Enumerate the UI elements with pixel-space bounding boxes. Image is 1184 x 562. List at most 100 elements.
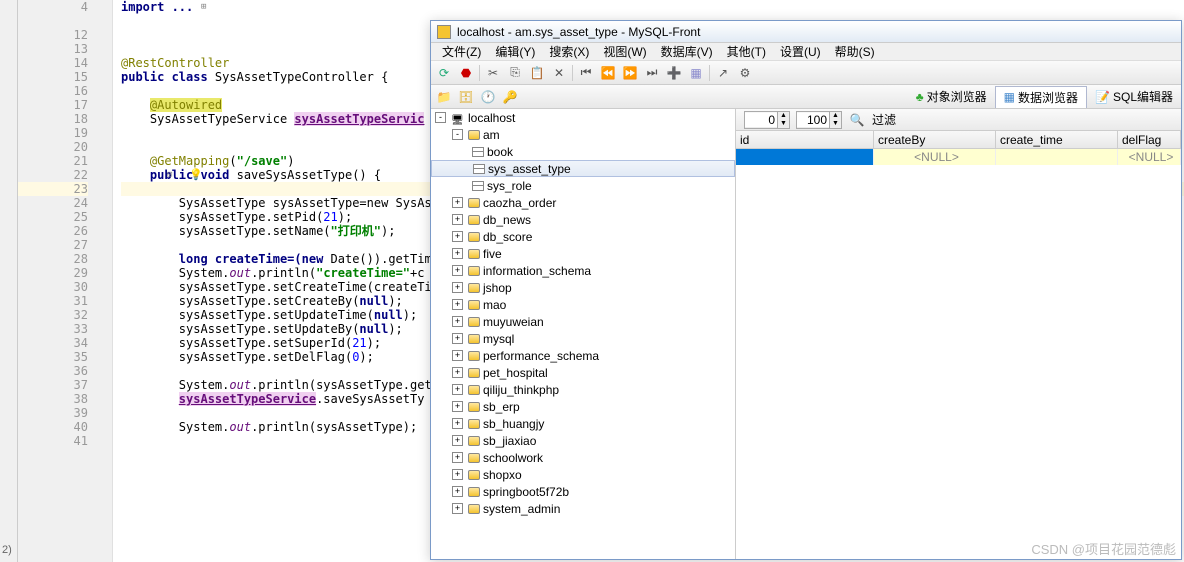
refresh-icon[interactable]: ⟳ [435, 64, 453, 82]
tree-db-information-schema[interactable]: +information_schema [431, 262, 735, 279]
column-createby[interactable]: createBy [874, 131, 996, 148]
folder-icon[interactable]: 📁 [435, 88, 453, 106]
data-grid-panel: ▲▼ ▲▼ 🔍 过滤 id createBy create_time delFl… [736, 109, 1181, 559]
database-icon [468, 487, 480, 497]
field-service: sysAssetTypeServic [294, 112, 424, 126]
hint-bulb-icon[interactable]: 💡 [189, 168, 203, 182]
tree-db-pet-hospital[interactable]: +pet_hospital [431, 364, 735, 381]
tree-db-am[interactable]: -am [431, 126, 735, 143]
tree-db-jshop[interactable]: +jshop [431, 279, 735, 296]
tree-table-sys-role[interactable]: sys_role [431, 177, 735, 194]
footer-hint: 2) [2, 544, 12, 556]
database-icon [468, 470, 480, 480]
grid-filter-bar: ▲▼ ▲▼ 🔍 过滤 [736, 109, 1181, 131]
menu-file[interactable]: 文件(Z) [435, 43, 488, 60]
tree-db-db-news[interactable]: +db_news [431, 211, 735, 228]
menu-view[interactable]: 视图(W) [596, 43, 653, 60]
database-icon [468, 266, 480, 276]
tab-sql-editor[interactable]: 📝SQL编辑器 [1087, 86, 1181, 107]
add-row-icon[interactable]: ➕ [665, 64, 683, 82]
next-icon[interactable]: ⏩ [621, 64, 639, 82]
stop-icon[interactable]: ⬣ [457, 64, 475, 82]
database-icon [468, 351, 480, 361]
database-icon [468, 215, 480, 225]
tree-table-book[interactable]: book [431, 143, 735, 160]
column-createtime[interactable]: create_time [996, 131, 1118, 148]
database-icon [468, 436, 480, 446]
database-icon [468, 368, 480, 378]
db-nav-icon[interactable]: 🗄 [457, 88, 475, 106]
ide-left-gutter [0, 0, 18, 562]
tree-db-sb-huangjy[interactable]: +sb_huangjy [431, 415, 735, 432]
export-icon[interactable]: ↗ [714, 64, 732, 82]
cell-delflag[interactable]: <NULL> [1118, 149, 1181, 165]
tree-table-sys-asset-type[interactable]: sys_asset_type [431, 160, 735, 177]
database-icon [468, 317, 480, 327]
menu-edit[interactable]: 编辑(Y) [488, 43, 542, 60]
database-icon [468, 453, 480, 463]
tree-db-caozha-order[interactable]: +caozha_order [431, 194, 735, 211]
tree-db-muyuweian[interactable]: +muyuweian [431, 313, 735, 330]
tree-db-system-admin[interactable]: +system_admin [431, 500, 735, 517]
database-icon [468, 249, 480, 259]
tree-db-five[interactable]: +five [431, 245, 735, 262]
tree-db-sb-erp[interactable]: +sb_erp [431, 398, 735, 415]
tree-db-shopxo[interactable]: +shopxo [431, 466, 735, 483]
column-id[interactable]: id [736, 131, 874, 148]
tree-host[interactable]: -localhost [431, 109, 735, 126]
main-toolbar: ⟳ ⬣ ✂ ⎘ 📋 ✕ ⏮ ⏪ ⏩ ⏭ ➕ ▦ ↗ ⚙ [431, 61, 1181, 85]
cell-id[interactable] [736, 149, 874, 165]
database-icon [468, 419, 480, 429]
offset-spinner[interactable]: ▲▼ [744, 111, 790, 129]
window-title: localhost - am.sys_asset_type - MySQL-Fr… [457, 25, 700, 39]
app-icon [437, 25, 451, 39]
delete-icon[interactable]: ✕ [550, 64, 568, 82]
tab-data-browser[interactable]: ▦数据浏览器 [995, 86, 1087, 108]
menu-search[interactable]: 搜索(X) [542, 43, 596, 60]
tree-db-sb-jiaxiao[interactable]: +sb_jiaxiao [431, 432, 735, 449]
fold-icon[interactable]: ⊞ [201, 0, 206, 14]
menu-database[interactable]: 数据库(V) [654, 43, 720, 60]
database-icon [468, 334, 480, 344]
menu-settings[interactable]: 设置(U) [773, 43, 828, 60]
limit-spinner[interactable]: ▲▼ [796, 111, 842, 129]
grid-body[interactable]: <NULL> <NULL> [736, 149, 1181, 559]
database-tree[interactable]: -localhost -am book sys_asset_type sys_r… [431, 109, 736, 559]
menubar: 文件(Z) 编辑(Y) 搜索(X) 视图(W) 数据库(V) 其他(T) 设置(… [431, 43, 1181, 61]
tool-icon[interactable]: ⚙ [736, 64, 754, 82]
menu-other[interactable]: 其他(T) [720, 43, 773, 60]
paste-icon[interactable]: 📋 [528, 64, 546, 82]
import-statement: import ... [121, 0, 193, 14]
fold-icon[interactable]: ⊟ [167, 168, 172, 182]
menu-help[interactable]: 帮助(S) [828, 43, 882, 60]
cell-createby[interactable]: <NULL> [874, 149, 996, 165]
first-icon[interactable]: ⏮ [577, 64, 595, 82]
filter-search-icon[interactable]: 🔍 [848, 111, 866, 129]
key-icon[interactable]: 🔑 [501, 88, 519, 106]
tree-db-db-score[interactable]: +db_score [431, 228, 735, 245]
tree-db-qiliju-thinkphp[interactable]: +qiliju_thinkphp [431, 381, 735, 398]
tree-db-mysql[interactable]: +mysql [431, 330, 735, 347]
tree-db-mao[interactable]: +mao [431, 296, 735, 313]
tab-object-browser[interactable]: ♣对象浏览器 [908, 86, 995, 107]
database-icon [468, 385, 480, 395]
database-icon [468, 198, 480, 208]
copy-icon[interactable]: ⎘ [506, 64, 524, 82]
grid-row-new[interactable]: <NULL> <NULL> [736, 149, 1181, 165]
tree-db-springboot5f72b[interactable]: +springboot5f72b [431, 483, 735, 500]
tree-db-schoolwork[interactable]: +schoolwork [431, 449, 735, 466]
database-icon [468, 402, 480, 412]
prev-icon[interactable]: ⏪ [599, 64, 617, 82]
clock-icon[interactable]: 🕐 [479, 88, 497, 106]
cell-createtime[interactable] [996, 149, 1118, 165]
grid-icon[interactable]: ▦ [687, 64, 705, 82]
table-icon [473, 164, 485, 174]
column-delflag[interactable]: delFlag [1118, 131, 1181, 148]
grid-header: id createBy create_time delFlag [736, 131, 1181, 149]
cut-icon[interactable]: ✂ [484, 64, 502, 82]
titlebar[interactable]: localhost - am.sys_asset_type - MySQL-Fr… [431, 21, 1181, 43]
database-icon [468, 232, 480, 242]
database-icon [468, 300, 480, 310]
tree-db-performance-schema[interactable]: +performance_schema [431, 347, 735, 364]
last-icon[interactable]: ⏭ [643, 64, 661, 82]
